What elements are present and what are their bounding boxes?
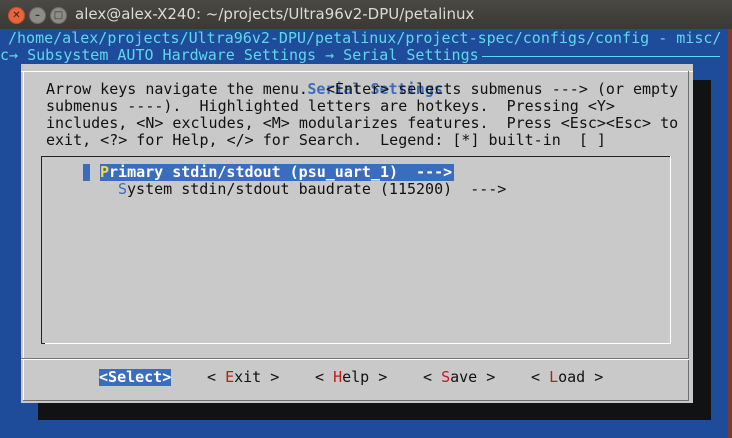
menu-border xyxy=(670,156,671,344)
button-bracket: < xyxy=(315,368,334,386)
button-hotkey: S xyxy=(441,368,451,386)
selection-marker xyxy=(83,164,90,181)
breadcrumb: c→ Subsystem AUTO Hardware Settings → Se… xyxy=(0,46,488,64)
menu-item-hotkey: S xyxy=(118,180,128,198)
minimize-icon: – xyxy=(35,10,40,21)
breadcrumb-rule xyxy=(482,56,720,57)
menu-item-system-baudrate[interactable]: System stdin/stdout baudrate (115200) --… xyxy=(118,181,506,198)
menu-item-label: rimary stdin/stdout (psu_uart_1) ---> xyxy=(109,163,453,181)
save-button[interactable]: < Save > xyxy=(423,369,495,386)
menu-border xyxy=(41,343,671,344)
select-button[interactable]: <Select> xyxy=(99,368,172,386)
window-edge xyxy=(728,29,732,438)
serial-settings-dialog: Serial Settings Arrow keys navigate the … xyxy=(21,64,693,403)
dialog-border xyxy=(23,400,689,401)
button-label: xit > xyxy=(234,368,280,386)
button-label: elp > xyxy=(342,368,388,386)
maximize-window-button[interactable]: □ xyxy=(50,7,67,24)
minimize-window-button[interactable]: – xyxy=(29,7,46,24)
button-label: elect> xyxy=(117,368,172,386)
help-text: Arrow keys navigate the menu. <Enter> se… xyxy=(46,80,679,149)
help-button[interactable]: < Help > xyxy=(315,369,387,386)
close-icon: ✕ xyxy=(12,10,21,21)
menu-border xyxy=(41,156,42,344)
window-titlebar[interactable]: ✕ – □ alex@alex-X240: ~/projects/Ultra96… xyxy=(0,0,732,30)
maximize-icon: □ xyxy=(53,10,64,21)
menu-border xyxy=(41,156,671,157)
menu-item-hotkey: P xyxy=(100,163,110,181)
button-separator xyxy=(21,359,689,360)
button-hotkey: E xyxy=(225,368,235,386)
button-label: oad > xyxy=(558,368,604,386)
menu-border xyxy=(41,339,45,344)
button-hotkey: H xyxy=(333,368,343,386)
load-button[interactable]: < Load > xyxy=(531,369,603,386)
button-hotkey: L xyxy=(549,368,559,386)
menu-list: Primary stdin/stdout (psu_uart_1) ---> S… xyxy=(41,156,671,344)
dialog-shadow-bottom xyxy=(38,403,711,420)
dialog-shadow-right xyxy=(693,80,711,420)
dialog-border xyxy=(23,71,24,401)
button-bracket: < xyxy=(99,368,109,386)
button-bracket: < xyxy=(423,368,442,386)
dialog-border xyxy=(688,71,689,401)
config-path: /home/alex/projects/Ultra96v2-DPU/petali… xyxy=(8,29,722,47)
button-hotkey: S xyxy=(108,368,118,386)
window-title: alex@alex-X240: ~/projects/Ultra96v2-DPU… xyxy=(75,5,475,23)
close-window-button[interactable]: ✕ xyxy=(8,7,25,24)
button-bracket: < xyxy=(207,368,226,386)
exit-button[interactable]: < Exit > xyxy=(207,369,279,386)
button-label: ave > xyxy=(450,368,496,386)
menu-item-primary-stdin-stdout[interactable]: Primary stdin/stdout (psu_uart_1) ---> xyxy=(100,163,455,181)
button-bracket: < xyxy=(531,368,550,386)
menu-item-label: ystem stdin/stdout baudrate (115200) ---… xyxy=(127,180,507,198)
